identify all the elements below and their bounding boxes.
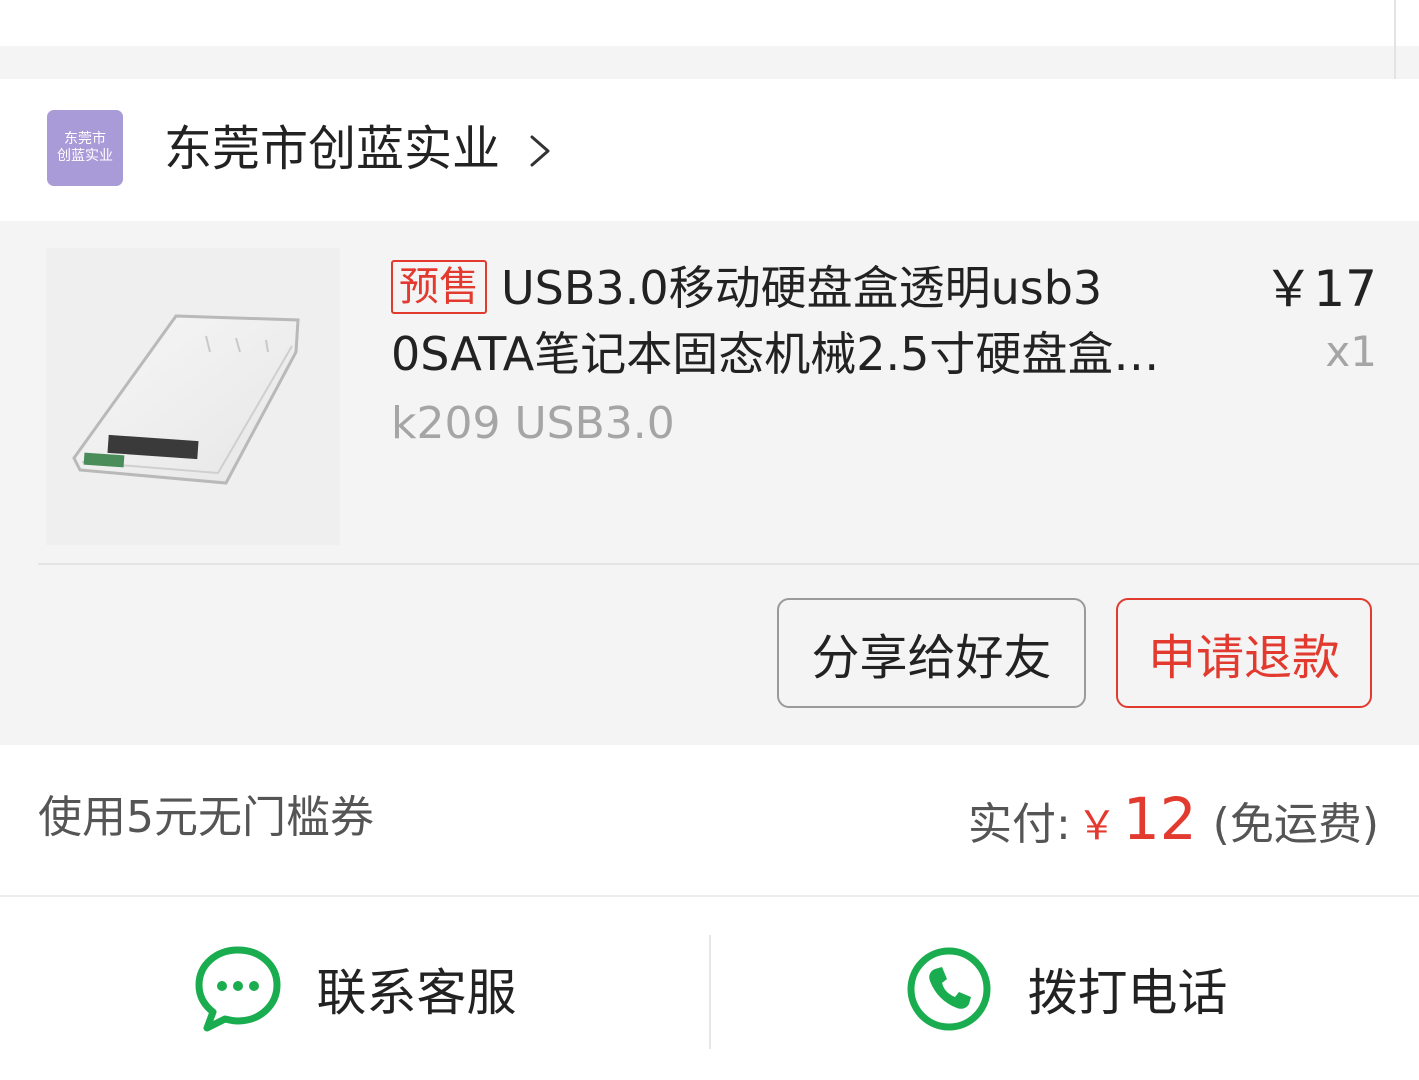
product-price: ￥17 (1263, 260, 1377, 318)
share-to-friend-button[interactable]: 分享给好友 (777, 598, 1086, 708)
chevron-right-icon[interactable] (522, 131, 558, 171)
shop-logo: 东莞市 创蓝实业 (47, 110, 123, 186)
call-phone-label: 拨打电话 (1027, 963, 1228, 1022)
apply-refund-button[interactable]: 申请退款 (1116, 598, 1372, 708)
order-item[interactable]: 预售 USB3.0移动硬盘盒透明usb3 0SATA笔记本固态机械2.5寸硬盘盒…… (0, 221, 1419, 745)
product-title[interactable]: 预售 USB3.0移动硬盘盒透明usb3 0SATA笔记本固态机械2.5寸硬盘盒… (391, 255, 1241, 387)
order-detail-page: 东莞市 创蓝实业 东莞市创蓝实业 预售 USB3.0移动硬盘盒透明usb3 0S… (0, 0, 1419, 1080)
coupon-info: 使用5元无门槛券 (38, 792, 374, 843)
hard-drive-enclosure-image (72, 314, 300, 485)
top-panel (0, 0, 1419, 46)
product-title-text-1: USB3.0移动硬盘盒透明usb3 (501, 261, 1103, 315)
product-quantity: x1 (1325, 327, 1377, 376)
product-image[interactable] (46, 248, 340, 545)
product-title-line-1: 预售 USB3.0移动硬盘盒透明usb3 (391, 255, 1241, 321)
shipping-note: (免运费) (1212, 799, 1379, 850)
paid-amount: 12 (1122, 785, 1197, 853)
item-divider (38, 563, 1419, 565)
shop-name[interactable]: 东莞市创蓝实业 (164, 121, 500, 177)
presale-tag: 预售 (391, 260, 487, 314)
paid-currency: ￥ (1076, 803, 1117, 849)
order-summary: 使用5元无门槛券 实付: ￥ 12 (免运费) (0, 745, 1419, 897)
chat-bubble-icon (195, 946, 280, 1031)
call-phone-button[interactable]: 拨打电话 (711, 897, 1419, 1080)
contact-service-label: 联系客服 (316, 963, 517, 1022)
section-gap (0, 46, 1419, 79)
paid-amount-block: 实付: ￥ 12 (免运费) (968, 785, 1379, 853)
bottom-action-bar: 联系客服 拨打电话 (0, 897, 1419, 1080)
paid-label: 实付: (968, 799, 1071, 850)
product-title-line-2: 0SATA笔记本固态机械2.5寸硬盘盒… (391, 327, 1160, 381)
shop-header[interactable]: 东莞市 创蓝实业 东莞市创蓝实业 (0, 79, 1419, 221)
shop-logo-text: 东莞市 创蓝实业 (57, 131, 113, 164)
phone-icon (907, 947, 990, 1030)
contact-service-button[interactable]: 联系客服 (0, 897, 709, 1080)
product-spec: k209 USB3.0 (391, 398, 675, 449)
